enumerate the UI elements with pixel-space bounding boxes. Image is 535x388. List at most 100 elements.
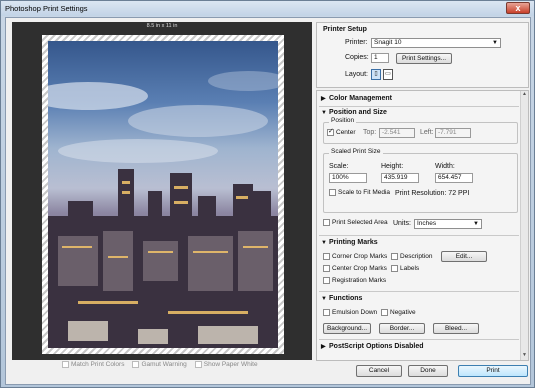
center-crop-marks-checkbox[interactable]: Center Crop Marks [323, 265, 387, 272]
city-skyline-image [48, 41, 278, 348]
labels-checkbox[interactable]: Labels [391, 265, 419, 272]
scale-to-fit-label: Scale to Fit Media [338, 189, 391, 197]
background-button[interactable]: Background... [323, 323, 371, 334]
print-button[interactable]: Print [458, 365, 528, 377]
checkbox-icon [329, 189, 336, 196]
width-input[interactable]: 654.457 [435, 173, 473, 183]
print-selected-area-label: Print Selected Area [332, 219, 388, 227]
vertical-scrollbar[interactable]: ▲ ▼ [520, 91, 528, 360]
expand-icon: ▶ [321, 96, 326, 102]
left-input[interactable]: -7.791 [435, 128, 471, 138]
landscape-layout-icon[interactable]: ▭ [383, 69, 393, 80]
bleed-button[interactable]: Bleed... [433, 323, 479, 334]
units-value: Inches [417, 220, 437, 227]
position-size-section[interactable]: ▼ Position and Size [321, 109, 387, 116]
paper-size-label: 8.5 in x 11 in [146, 23, 178, 29]
copies-input[interactable]: 1 [371, 53, 389, 63]
checkbox-icon [132, 361, 140, 368]
scroll-down-icon[interactable]: ▼ [521, 352, 528, 360]
scale-to-fit-checkbox[interactable]: Scale to Fit Media [329, 189, 390, 196]
print-selected-area-checkbox[interactable]: Print Selected Area [323, 219, 388, 226]
emulsion-down-checkbox[interactable]: Emulsion Down [323, 309, 377, 316]
color-management-section[interactable]: ▶ Color Management [321, 95, 392, 102]
preview-image[interactable] [48, 41, 278, 348]
registration-marks-label: Registration Marks [332, 277, 387, 285]
print-settings-window: Photoshop Print Settings x 8.5 in x 11 i… [0, 0, 535, 388]
checkbox-icon [323, 309, 330, 316]
expand-icon: ▶ [321, 344, 326, 350]
preview-options: Match Print Colors Gamut Warning Show Pa… [62, 361, 258, 368]
dropdown-arrow-icon: ▼ [492, 40, 498, 46]
top-label: Top: [363, 129, 377, 136]
units-select[interactable]: Inches ▼ [414, 219, 482, 229]
units-label: Units: [393, 220, 411, 227]
checkbox-icon [323, 277, 330, 284]
center-crop-marks-label: Center Crop Marks [332, 265, 387, 273]
dropdown-arrow-icon: ▼ [473, 221, 479, 227]
corner-crop-marks-label: Corner Crop Marks [332, 253, 388, 261]
edit-description-button[interactable]: Edit... [441, 251, 487, 262]
color-management-heading: Color Management [329, 95, 393, 102]
paper-preview [42, 35, 284, 354]
divider [319, 235, 519, 236]
close-button[interactable]: x [506, 2, 530, 14]
height-label: Height: [381, 163, 404, 170]
position-group-label: Position [329, 117, 357, 124]
checkbox-icon [323, 265, 330, 272]
negative-label: Negative [390, 309, 416, 317]
registration-marks-checkbox[interactable]: Registration Marks [323, 277, 386, 284]
printer-label: Printer: [345, 39, 368, 46]
scale-label: Scale: [329, 163, 349, 170]
show-paper-white-checkbox[interactable]: Show Paper White [194, 361, 258, 369]
settings-scroll-panel[interactable]: ▶ Color Management ▼ Position and Size Pos… [316, 90, 529, 361]
printer-setup-heading: Printer Setup [323, 26, 367, 33]
negative-checkbox[interactable]: Negative [381, 309, 416, 316]
height-input[interactable]: 435.919 [381, 173, 419, 183]
cancel-button[interactable]: Cancel [356, 365, 402, 377]
checkbox-icon [391, 265, 398, 272]
divider [319, 339, 519, 340]
collapse-icon: ▼ [321, 296, 327, 302]
position-size-heading: Position and Size [329, 109, 387, 116]
collapse-icon: ▼ [321, 110, 327, 116]
checkbox-icon [323, 219, 330, 226]
checkbox-icon [391, 253, 398, 260]
scroll-up-icon[interactable]: ▲ [521, 91, 528, 99]
center-label: Center [336, 129, 356, 137]
print-settings-button[interactable]: Print Settings... [396, 53, 452, 64]
printing-marks-heading: Printing Marks [329, 239, 378, 246]
done-button[interactable]: Done [408, 365, 448, 377]
scale-input[interactable]: 100% [329, 173, 367, 183]
window-title: Photoshop Print Settings [5, 4, 88, 13]
description-checkbox[interactable]: Description [391, 253, 433, 260]
corner-crop-marks-checkbox[interactable]: Corner Crop Marks [323, 253, 387, 260]
center-checkbox[interactable]: Center [327, 127, 356, 137]
settings-panel: Printer Setup Printer: Snagit 10 ▼ Copie… [316, 20, 529, 362]
top-input[interactable]: -2.541 [379, 128, 415, 138]
match-print-colors-checkbox[interactable]: Match Print Colors [62, 361, 124, 368]
divider [319, 291, 519, 292]
printing-marks-section[interactable]: ▼ Printing Marks [321, 239, 378, 246]
match-print-colors-label: Match Print Colors [71, 361, 125, 369]
emulsion-down-label: Emulsion Down [332, 309, 378, 317]
printer-value: Snagit 10 [374, 39, 402, 46]
left-label: Left: [420, 129, 434, 136]
divider [319, 106, 519, 107]
checkbox-icon [381, 309, 388, 316]
gamut-warning-checkbox[interactable]: Gamut Warning [132, 361, 187, 368]
printer-select[interactable]: Snagit 10 ▼ [371, 38, 501, 48]
functions-section[interactable]: ▼ Functions [321, 295, 362, 302]
layout-label: Layout: [345, 71, 368, 78]
checkbox-icon [194, 361, 202, 368]
portrait-layout-icon[interactable]: ▯ [371, 69, 381, 80]
width-label: Width: [435, 163, 455, 170]
dialog-body: 8.5 in x 11 in Match Print Colors Gamut … [5, 17, 531, 385]
postscript-section[interactable]: ▶ PostScript Options Disabled [321, 343, 424, 350]
border-button[interactable]: Border... [379, 323, 425, 334]
checkbox-icon [62, 361, 69, 368]
checkbox-icon [327, 127, 334, 136]
description-label: Description [400, 253, 433, 261]
copies-label: Copies: [345, 54, 369, 61]
title-bar[interactable]: Photoshop Print Settings x [1, 1, 534, 16]
show-paper-white-label: Show Paper White [203, 361, 258, 369]
